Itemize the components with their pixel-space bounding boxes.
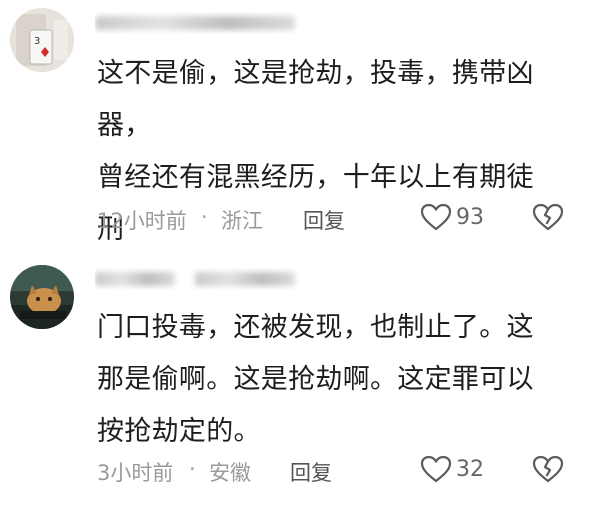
comment-line: 那是偷啊。这是抢劫啊。这定罪可以 <box>97 364 534 395</box>
like-count: 32 <box>456 457 484 482</box>
like-button[interactable]: 93 <box>420 200 500 234</box>
comment-time: 3小时前 <box>97 461 174 485</box>
comment-line: 按抢劫定的。 <box>97 416 261 447</box>
comment-meta: 12小时前 · 浙江 回复 93 <box>97 200 597 234</box>
dislike-button[interactable] <box>532 455 564 488</box>
meta-separator: · <box>201 205 208 229</box>
comment-item: 3 这不是偷，这是抢劫，投毒，携带凶器， 曾经还有混黑经历，十年以上有期徒 刑 … <box>0 0 600 250</box>
dislike-button[interactable] <box>532 203 564 236</box>
comment-location: 安徽 <box>209 461 251 485</box>
comment-item: 门口投毒，还被发现，也制止了。这 那是偷啊。这是抢劫啊。这定罪可以 按抢劫定的。… <box>0 250 600 505</box>
username[interactable] <box>95 12 305 34</box>
heart-outline-icon <box>420 455 452 483</box>
comment-line: 门口投毒，还被发现，也制止了。这 <box>97 312 534 343</box>
like-button[interactable]: 32 <box>420 452 500 486</box>
comment-line: 这不是偷，这是抢劫，投毒，携带凶器， <box>97 58 534 141</box>
username[interactable] <box>95 268 305 290</box>
meta-separator: · <box>189 457 196 481</box>
avatar[interactable] <box>10 265 74 329</box>
reply-button[interactable]: 回复 <box>303 205 345 235</box>
avatar[interactable]: 3 <box>10 8 74 72</box>
comment-meta: 3小时前 · 安徽 回复 32 <box>97 452 597 486</box>
broken-heart-icon <box>532 455 564 483</box>
comment-line: 曾经还有混黑经历，十年以上有期徒 <box>97 162 534 193</box>
svg-text:3: 3 <box>34 36 40 47</box>
like-count: 93 <box>456 205 484 230</box>
broken-heart-icon <box>532 203 564 231</box>
heart-outline-icon <box>420 203 452 231</box>
comment-time: 12小时前 <box>97 209 187 233</box>
comment-location: 浙江 <box>221 209 263 233</box>
comment-text: 门口投毒，还被发现，也制止了。这 那是偷啊。这是抢劫啊。这定罪可以 按抢劫定的。 <box>97 302 587 458</box>
reply-button[interactable]: 回复 <box>290 457 332 487</box>
